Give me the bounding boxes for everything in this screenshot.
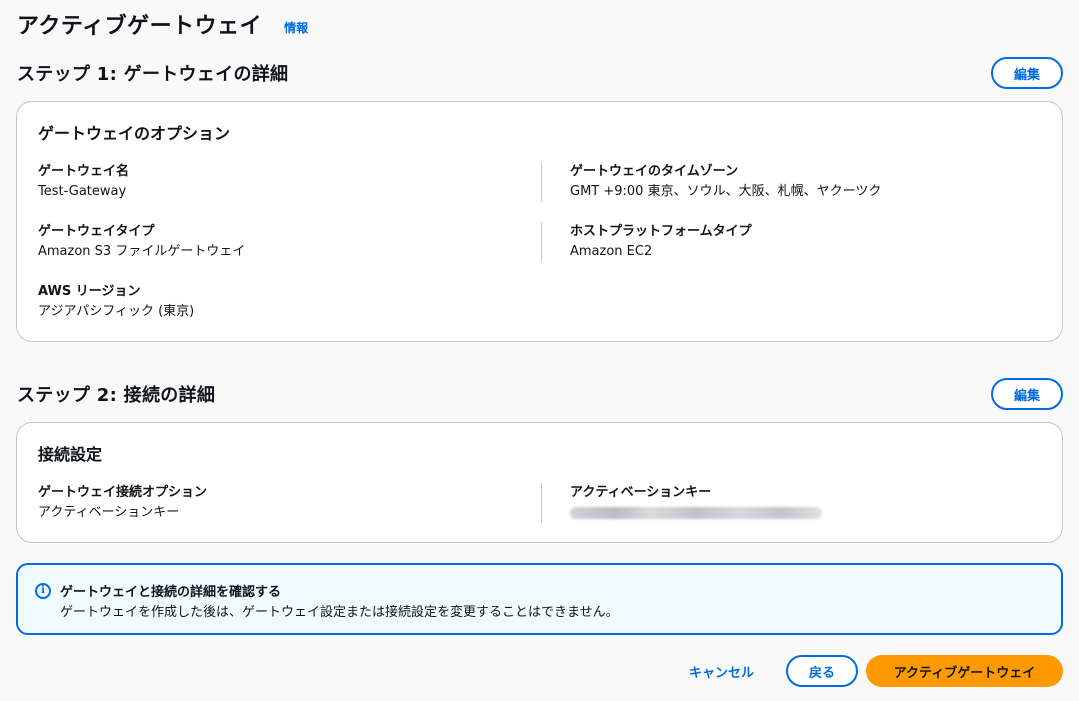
connection-settings-title: 接続設定 <box>38 445 103 464</box>
info-icon: i <box>35 583 51 599</box>
step1-title: ステップ 1: ゲートウェイの詳細 <box>17 64 289 85</box>
activate-gateway-button[interactable]: アクティブゲートウェイ <box>866 655 1063 687</box>
review-alert: i ゲートウェイと接続の詳細を確認する ゲートウェイを作成した後は、ゲートウェイ… <box>16 563 1063 635</box>
aws-region-value: アジアパシフィック (東京) <box>38 304 195 319</box>
cancel-button[interactable]: キャンセル <box>689 662 754 681</box>
host-platform-label: ホストプラットフォームタイプ <box>570 224 752 239</box>
gateway-name-value: Test-Gateway <box>38 184 127 199</box>
column-divider <box>541 483 542 523</box>
activation-key-field: アクティベーションキー <box>570 483 822 519</box>
timezone-value: GMT +9:00 東京、ソウル、大阪、札幌、ヤクーツク <box>570 184 882 199</box>
connection-option-field: ゲートウェイ接続オプション アクティベーションキー <box>38 483 207 523</box>
column-divider <box>541 162 542 202</box>
footer-actions: キャンセル 戻る アクティブゲートウェイ <box>689 655 1063 687</box>
gateway-type-value: Amazon S3 ファイルゲートウェイ <box>38 244 246 259</box>
gateway-type-label: ゲートウェイタイプ <box>38 224 155 239</box>
step2-title: ステップ 2: 接続の詳細 <box>17 385 216 406</box>
connection-settings-card: 接続設定 ゲートウェイ接続オプション アクティベーションキー アクティベーション… <box>16 422 1063 543</box>
alert-title: ゲートウェイと接続の詳細を確認する <box>60 585 282 600</box>
host-platform-field: ホストプラットフォームタイプ Amazon EC2 <box>570 222 752 262</box>
alert-message: ゲートウェイを作成した後は、ゲートウェイ設定または接続設定を変更することはできま… <box>60 605 619 620</box>
page-title: アクティブゲートウェイ <box>17 14 263 39</box>
activation-key-value-redacted <box>570 507 822 519</box>
aws-region-field: AWS リージョン アジアパシフィック (東京) <box>38 282 194 322</box>
timezone-field: ゲートウェイのタイムゾーン GMT +9:00 東京、ソウル、大阪、札幌、ヤクー… <box>570 162 881 202</box>
timezone-label: ゲートウェイのタイムゾーン <box>570 164 739 179</box>
gateway-type-field: ゲートウェイタイプ Amazon S3 ファイルゲートウェイ <box>38 222 245 262</box>
step2-edit-button[interactable]: 編集 <box>991 378 1063 410</box>
step1-header: ステップ 1: ゲートウェイの詳細 編集 <box>17 57 1063 89</box>
gateway-name-label: ゲートウェイ名 <box>38 164 130 179</box>
host-platform-value: Amazon EC2 <box>570 244 653 259</box>
back-button[interactable]: 戻る <box>786 655 858 687</box>
gateway-options-title: ゲートウェイのオプション <box>38 124 231 143</box>
gateway-name-field: ゲートウェイ名 Test-Gateway <box>38 162 129 202</box>
activation-key-label: アクティベーションキー <box>570 485 712 500</box>
page-header: アクティブゲートウェイ 情報 <box>17 8 308 40</box>
gateway-options-card: ゲートウェイのオプション ゲートウェイ名 Test-Gateway ゲートウェイ… <box>16 101 1063 342</box>
aws-region-label: AWS リージョン <box>38 284 141 299</box>
step1-edit-button[interactable]: 編集 <box>991 57 1063 89</box>
connection-option-value: アクティベーションキー <box>38 505 180 520</box>
column-divider <box>541 222 542 262</box>
step2-header: ステップ 2: 接続の詳細 編集 <box>17 378 1063 410</box>
connection-option-label: ゲートウェイ接続オプション <box>38 485 208 500</box>
info-link[interactable]: 情報 <box>284 19 308 36</box>
